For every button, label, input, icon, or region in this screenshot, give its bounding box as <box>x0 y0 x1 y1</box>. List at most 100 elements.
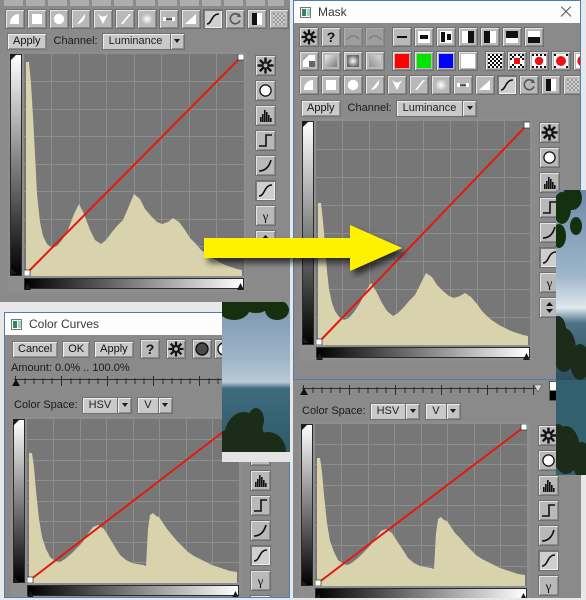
channel-select-br[interactable]: V <box>425 402 461 420</box>
checker-icon[interactable] <box>269 9 289 29</box>
step-curve-icon[interactable] <box>249 495 271 516</box>
step-curve-icon[interactable] <box>254 130 276 151</box>
dashed-line-icon[interactable] <box>159 9 179 29</box>
teardrop-icon[interactable] <box>365 75 385 95</box>
s-curve-icon[interactable] <box>203 9 223 29</box>
circle-icon[interactable] <box>254 80 276 101</box>
chevron-down-icon[interactable] <box>117 396 133 414</box>
pie-slice-icon[interactable] <box>299 75 319 95</box>
histogram-icon[interactable] <box>249 470 271 491</box>
radial-blur-icon[interactable] <box>431 75 451 95</box>
gamma-icon[interactable]: γ <box>537 575 559 596</box>
channel-select-mask[interactable]: Luminance <box>395 99 478 117</box>
square-icon[interactable] <box>27 9 47 29</box>
gradient-blur-icon[interactable] <box>343 51 363 71</box>
white-swatch[interactable] <box>458 51 478 71</box>
s-curve-icon[interactable] <box>537 550 559 571</box>
cancel-button[interactable]: Cancel <box>12 340 59 358</box>
gear-icon[interactable] <box>254 55 276 76</box>
radial-blur-icon[interactable] <box>137 9 157 29</box>
arc-curve-icon[interactable] <box>254 155 276 176</box>
gradient-soft-icon[interactable] <box>321 51 341 71</box>
circle-icon[interactable] <box>538 147 560 168</box>
amount-slider-br[interactable] <box>299 384 543 399</box>
dashed-line-icon[interactable] <box>453 75 473 95</box>
chevron-down-icon[interactable] <box>157 396 173 414</box>
help-icon[interactable]: ? <box>321 27 341 47</box>
red-checker-1-icon[interactable] <box>507 51 527 71</box>
red-dot-icon[interactable] <box>573 51 580 71</box>
amount-row-br <box>299 382 577 402</box>
curve-editor-bottom-right[interactable] <box>299 422 529 598</box>
red-checker-2-icon[interactable] <box>529 51 549 71</box>
s-curve-icon[interactable] <box>249 545 271 566</box>
rotate-icon[interactable] <box>225 9 245 29</box>
histogram-icon[interactable] <box>537 475 559 496</box>
red-swatch[interactable] <box>392 51 412 71</box>
help-icon[interactable]: ? <box>139 339 160 359</box>
arc-curve-icon[interactable] <box>249 520 271 541</box>
red-checker-3-icon[interactable] <box>551 51 571 71</box>
brush-icon[interactable] <box>181 9 201 29</box>
chevron-down-icon[interactable] <box>169 32 185 50</box>
split-icon[interactable] <box>436 27 456 47</box>
top-bar-icon[interactable] <box>524 27 544 47</box>
chevron-down-icon[interactable] <box>405 402 421 420</box>
mask-toolbar-row-2[interactable] <box>296 49 580 73</box>
pie-slice-icon[interactable] <box>5 9 25 29</box>
circle-dark-icon[interactable] <box>191 339 212 359</box>
invert-bar-icon[interactable] <box>414 27 434 47</box>
checker-icon[interactable] <box>563 75 580 95</box>
diagonal-line-icon[interactable] <box>115 9 135 29</box>
step-curve-icon[interactable] <box>537 500 559 521</box>
ok-button[interactable]: OK <box>62 340 91 358</box>
gear-icon[interactable] <box>165 339 186 359</box>
gamma-icon[interactable]: γ <box>249 570 271 591</box>
teardrop-icon[interactable] <box>71 9 91 29</box>
channel-select-top-left[interactable]: Luminance <box>101 32 185 50</box>
mask-toolbar-row-1[interactable]: ? <box>296 25 580 49</box>
s-curve-icon[interactable] <box>254 180 276 201</box>
rotate-icon[interactable] <box>519 75 539 95</box>
mask-toolbar-row-3[interactable] <box>296 73 580 97</box>
white-black-split-icon[interactable] <box>480 27 500 47</box>
heart-icon[interactable] <box>93 9 113 29</box>
gear-icon[interactable] <box>538 122 560 143</box>
minus-icon[interactable] <box>392 27 412 47</box>
gear-icon[interactable] <box>299 27 319 47</box>
s-curve-icon[interactable] <box>497 75 517 95</box>
chevron-down-icon[interactable] <box>445 402 461 420</box>
apply-button-color-curves[interactable]: Apply <box>94 340 134 358</box>
brush-icon[interactable] <box>475 75 495 95</box>
diagonal-line-icon[interactable] <box>409 75 429 95</box>
histogram-plot-bottom-right[interactable] <box>315 424 527 586</box>
color-space-select[interactable]: HSV <box>81 396 133 414</box>
toolbar-tl-shapes[interactable] <box>2 7 289 31</box>
histogram-plot-color-curves[interactable] <box>27 419 239 583</box>
apply-button-top-left[interactable]: Apply <box>7 32 47 50</box>
apply-button-mask[interactable]: Apply <box>301 99 341 117</box>
histogram-icon[interactable] <box>254 105 276 126</box>
checker-fine-icon[interactable] <box>485 51 505 71</box>
black-white-split-icon[interactable] <box>458 27 478 47</box>
heart-icon[interactable] <box>387 75 407 95</box>
channel-select-color-curves[interactable]: V <box>137 396 173 414</box>
square-icon[interactable] <box>321 75 341 95</box>
curve-editor-color-curves[interactable] <box>11 417 241 597</box>
bottom-bar-icon[interactable] <box>502 27 522 47</box>
close-icon[interactable] <box>558 4 574 20</box>
updown-arrows-icon[interactable] <box>249 595 271 597</box>
mask-titlebar[interactable]: Mask <box>294 1 580 23</box>
halftone-bw-icon[interactable] <box>247 9 267 29</box>
arc-curve-icon[interactable] <box>537 525 559 546</box>
blue-swatch[interactable] <box>436 51 456 71</box>
circle-icon[interactable] <box>49 9 69 29</box>
halftone-bw-icon[interactable] <box>541 75 561 95</box>
chevron-down-icon[interactable] <box>462 99 478 117</box>
color-space-select-br[interactable]: HSV <box>369 402 421 420</box>
gradient-fade-icon[interactable] <box>365 51 385 71</box>
amount-slider[interactable] <box>11 375 255 390</box>
circle-icon[interactable] <box>343 75 363 95</box>
green-swatch[interactable] <box>414 51 434 71</box>
gradient-corner-icon[interactable] <box>299 51 319 71</box>
